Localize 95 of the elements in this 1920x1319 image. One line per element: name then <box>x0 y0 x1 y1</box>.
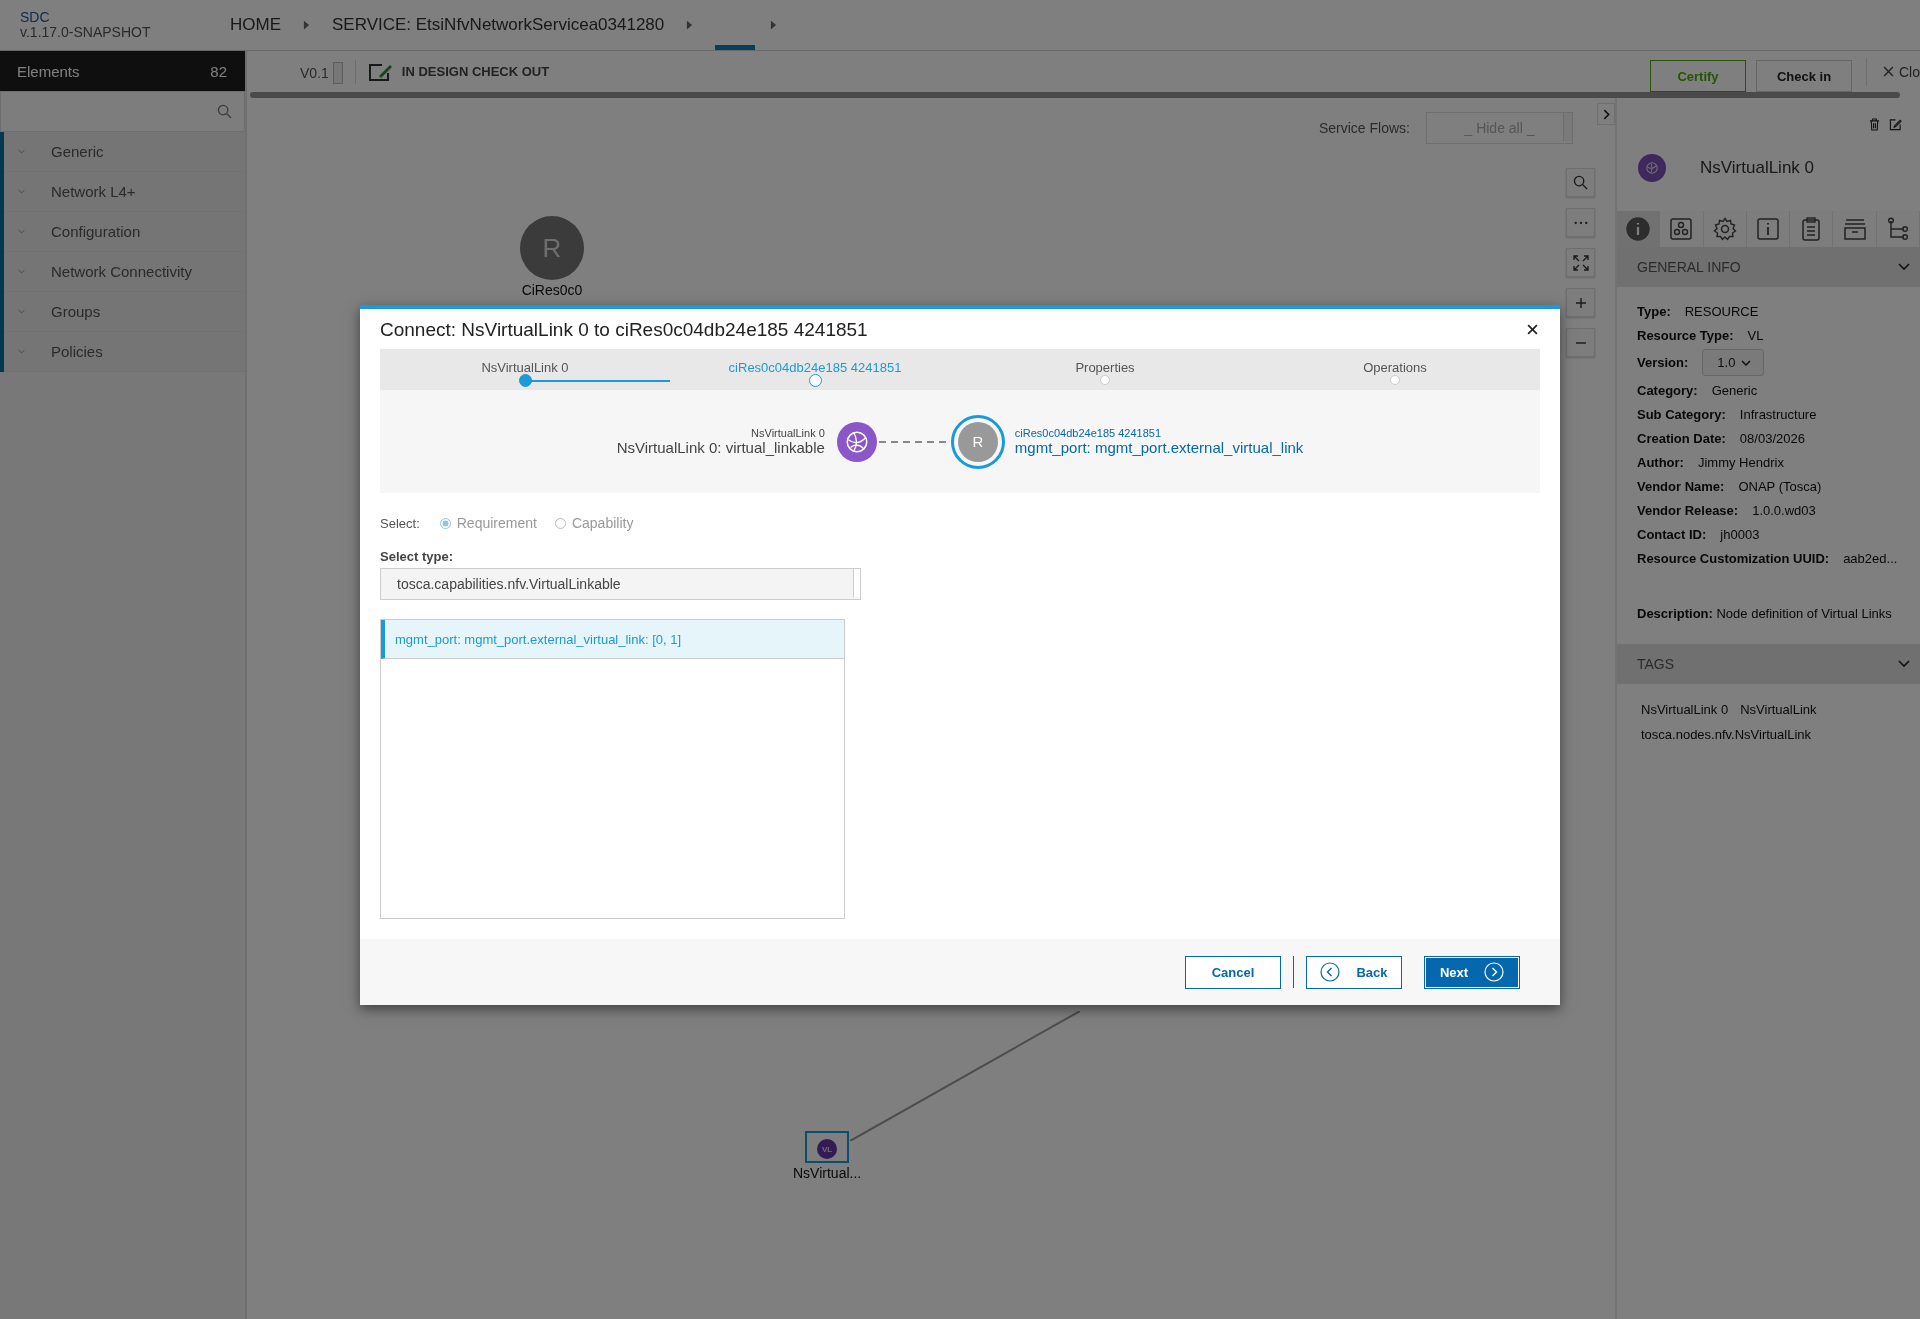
tag: NsVirtualLink 0 <box>1641 701 1729 717</box>
chevron-icon <box>1898 659 1910 668</box>
link-node-icon <box>836 421 877 462</box>
field-label: Resource Type: <box>1637 327 1734 343</box>
search-field[interactable] <box>0 91 245 132</box>
service-flows-label: Service Flows: <box>1318 120 1410 136</box>
close-button[interactable]: Clo <box>1867 63 1920 80</box>
composition-icon <box>1669 217 1694 241</box>
field-label: Resource Customization UUID: <box>1637 550 1830 566</box>
type-dropdown[interactable]: tosca.capabilities.nfv.VirtualLinkable <box>380 568 861 600</box>
section-header[interactable]: GENERAL INFO <box>1617 247 1920 287</box>
lifecycle-status: IN DESIGN CHECK OUT <box>401 64 550 79</box>
field-value: Jimmy Hendrix <box>1697 454 1784 470</box>
sidebar-title: Elements <box>17 62 80 80</box>
next-button[interactable]: Next <box>1424 955 1520 989</box>
caret-icon <box>303 20 310 30</box>
field-value: 1.0.0.wd03 <box>1752 502 1816 518</box>
edit-icon[interactable] <box>1889 118 1902 131</box>
dialog-title: Connect: NsVirtualLink 0 to ciRes0c04db24e185 4241851 <box>380 319 868 341</box>
dashed-connector <box>878 439 949 444</box>
field-value: ONAP (Tosca) <box>1738 478 1822 494</box>
field-label: Sub Category: <box>1637 406 1726 422</box>
app-name: SDC <box>20 10 51 25</box>
field-label: Vendor Release: <box>1637 502 1739 518</box>
zoom-search-button[interactable] <box>1566 168 1595 197</box>
info-tab[interactable] <box>1617 211 1661 247</box>
breadcrumb-link[interactable]: SERVICE: EtsiNfvNetworkServicea0341280 <box>332 15 665 35</box>
more-icon <box>1573 220 1588 225</box>
cancel-button[interactable]: Cancel <box>1185 955 1281 989</box>
chevron-icon <box>1741 359 1752 366</box>
wizard-step[interactable]: NsVirtualLink 0 <box>481 360 569 375</box>
wizard-step[interactable]: Properties <box>1075 360 1135 375</box>
collapse-button[interactable] <box>1597 103 1615 125</box>
caret-icon <box>770 20 778 30</box>
field-value: aab2ed... <box>1843 550 1898 566</box>
chevron-icon <box>1602 108 1610 120</box>
info-icon <box>1626 217 1651 241</box>
source-caption: NsVirtualLink 0 <box>751 427 825 439</box>
section-header[interactable]: TAGS <box>1617 643 1920 684</box>
node-selection-frame[interactable]: VL <box>805 1131 850 1163</box>
wizard-step[interactable]: ciRes0c04db24e185 4241851 <box>728 360 902 375</box>
zoom-in-button[interactable] <box>1566 288 1595 317</box>
field-label: Category: <box>1637 382 1698 398</box>
close-icon <box>1527 323 1538 335</box>
details-icon <box>1756 217 1780 241</box>
settings-icon <box>1712 217 1737 241</box>
caret-icon <box>686 20 694 30</box>
list-item[interactable]: mgmt_port: mgmt_port.external_virtual_link: [0, 1] <box>381 620 844 659</box>
field-value: RESOURCE <box>1684 303 1759 319</box>
field-value: 08/03/2026 <box>1739 430 1805 446</box>
plus-icon <box>1574 296 1587 309</box>
field-value: Generic <box>1711 382 1758 398</box>
field-label: Version: <box>1637 355 1689 370</box>
target-endpoint: mgmt_port: mgmt_port.external_virtual_link <box>1014 439 1304 456</box>
toolbar-button[interactable]: Check in <box>1756 60 1852 92</box>
field-value: VL <box>1747 327 1764 343</box>
field-value: Infrastructure <box>1739 406 1817 422</box>
component-icon <box>1638 154 1666 182</box>
select-label: Select: <box>380 515 420 531</box>
breadcrumb-link[interactable]: HOME <box>230 15 281 35</box>
back-button[interactable]: Back <box>1306 955 1402 989</box>
component-name: NsVirtualLink 0 <box>1700 158 1815 178</box>
wizard-step[interactable]: Operations <box>1363 360 1427 375</box>
target-caption: ciRes0c04db24e185 4241851 <box>1014 427 1163 439</box>
element-count: 82 <box>210 62 227 80</box>
version-select[interactable]: V0.1 <box>300 61 343 84</box>
zoom-out-button[interactable] <box>1566 328 1595 357</box>
source-endpoint: NsVirtualLink 0: virtual_linkable <box>616 439 825 456</box>
field-label: Vendor Name: <box>1637 478 1725 494</box>
edit-icon <box>367 61 394 82</box>
app-version: v.1.17.0-SNAPSHOT <box>20 25 152 40</box>
toolbar-button[interactable]: Certify <box>1650 60 1746 92</box>
version-dropdown[interactable]: 1.0 <box>1702 349 1765 376</box>
tag: tosca.nodes.nfv.NsVirtualLink <box>1641 726 1812 742</box>
fit-screen-button[interactable] <box>1566 248 1595 277</box>
field-label: Contact ID: <box>1637 526 1707 542</box>
field-value: jh0003 <box>1720 526 1760 542</box>
node-label: NsVirtual... <box>793 1165 862 1181</box>
close-icon <box>1883 66 1894 77</box>
search-icon <box>217 104 232 119</box>
description: Description: Node definition of Virtual Links <box>1637 605 1893 623</box>
resource-node-icon: R <box>950 414 1005 469</box>
tag: NsVirtualLink <box>1740 701 1817 717</box>
chevron-icon <box>1898 263 1910 271</box>
search-icon <box>1573 175 1588 190</box>
tree-icon <box>1885 217 1910 241</box>
expand-icon <box>1572 254 1589 271</box>
delete-icon[interactable] <box>1869 118 1880 131</box>
field-label: Creation Date: <box>1637 430 1726 446</box>
node-icon[interactable]: VL <box>817 1139 838 1159</box>
node-label: CiRes0c0 <box>521 282 583 298</box>
select-type-label: Select type: <box>380 549 454 564</box>
field-label: Author: <box>1637 454 1684 470</box>
field-label: Type: <box>1637 303 1671 319</box>
archive-icon <box>1842 217 1867 241</box>
